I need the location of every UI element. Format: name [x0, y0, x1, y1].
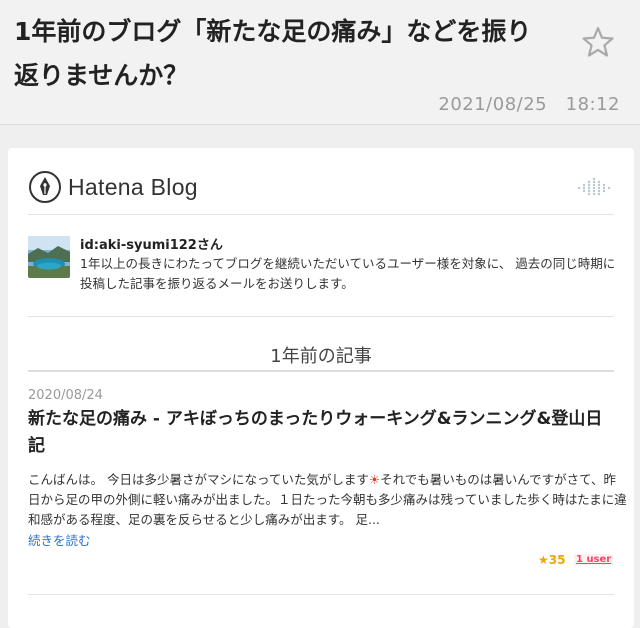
fountain-pen-nib-icon: [29, 171, 61, 203]
intro-text: 1年以上の長きにわたってブログを継続いただいているユーザー様を対象に、 過去の同…: [80, 256, 616, 291]
email-subject: 1年前のブログ「新たな足の痛み」などを振り返りませんか？: [14, 17, 532, 90]
post-date: 2020/08/24: [28, 388, 103, 403]
star-count[interactable]: ★35: [538, 553, 565, 567]
dotted-diamond-icon: [577, 177, 611, 196]
star-outline-icon[interactable]: [580, 24, 616, 60]
divider: [28, 214, 614, 215]
post-excerpt: こんばんは。 今日は多少暑さがマシになっていた気がします☀それでも暑いものは暑い…: [28, 470, 628, 530]
read-more-link[interactable]: 続きを読む: [28, 530, 91, 549]
divider: [28, 316, 614, 317]
recipient-username[interactable]: id:aki-syumi122さん: [80, 234, 223, 253]
brand-name: Hatena Blog: [68, 174, 198, 200]
divider: [28, 594, 614, 595]
bookmark-users-badge[interactable]: 1 user: [574, 554, 614, 565]
email-header: 1年前のブログ「新たな足の痛み」などを振り返りませんか？ 2021/08/25 …: [0, 0, 640, 125]
excerpt-text: こんばんは。 今日は多少暑さがマシになっていた気がします: [28, 472, 369, 487]
email-date: 2021/08/25 18:12: [438, 94, 620, 115]
section-title: 1年前の記事: [270, 346, 372, 367]
section-underline: [28, 370, 614, 372]
email-body-card: Hatena Blog id:aki-syumi122さん 1年以上の長きにわた…: [8, 148, 634, 628]
avatar: [28, 236, 70, 278]
sun-icon: ☀: [368, 472, 381, 487]
post-title-link[interactable]: 新たな足の痛み - アキぼっちのまったりウォーキング&ランニング&登山日記: [28, 406, 618, 460]
